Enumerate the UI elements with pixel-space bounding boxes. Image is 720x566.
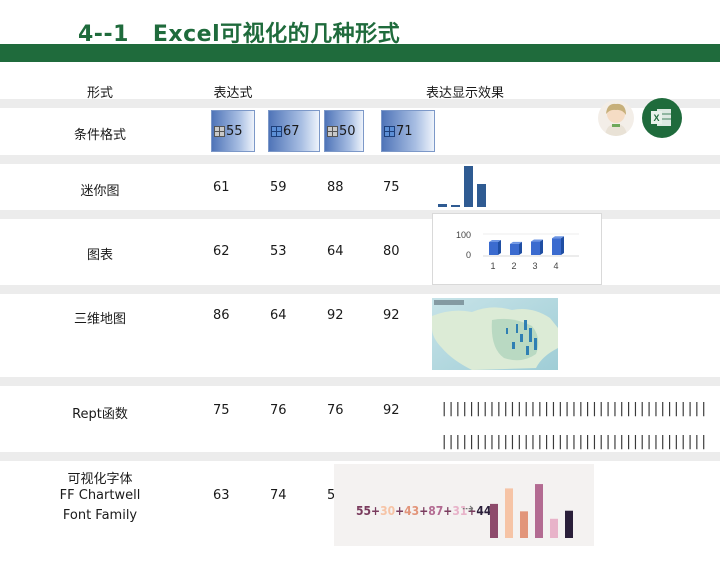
chart-bar <box>489 241 498 255</box>
rept-bar-1: ||||||||||||||||||||||||||||||||||||||||… <box>440 401 706 417</box>
chart-row-value: 64 <box>327 244 344 259</box>
row-label-conditional: 条件格式 <box>73 128 126 143</box>
grid-icon <box>271 125 282 137</box>
row-separator <box>0 210 720 219</box>
row-separator <box>0 155 720 164</box>
row-label-rept: Rept函数 <box>72 407 128 422</box>
cf-cell-1: 55 <box>211 110 255 152</box>
row-separator <box>0 452 720 461</box>
sparkline-value: 59 <box>270 180 287 195</box>
x-tick-label: 4 <box>553 261 558 271</box>
cf-cell-4: 71 <box>381 110 435 152</box>
font-bar-chart <box>490 484 573 538</box>
x-tick-label: 2 <box>511 261 516 271</box>
formula-part: 43 <box>404 504 420 518</box>
sparkline-bar <box>477 184 486 207</box>
font-row-value: 74 <box>270 488 287 503</box>
cf-value: 71 <box>396 123 413 139</box>
chart-bar-side <box>540 239 543 255</box>
chart-bar <box>510 243 519 255</box>
chart-bar-side <box>519 241 522 255</box>
cf-cell-2: 67 <box>268 110 320 152</box>
font-row-value: 63 <box>213 488 230 503</box>
map-row-value: 92 <box>383 308 400 323</box>
chart-row-value: 80 <box>383 244 400 259</box>
row-separator <box>0 377 720 386</box>
rept-row-value: 76 <box>327 403 344 418</box>
font-bar <box>490 503 498 538</box>
font-bar <box>535 484 543 538</box>
sparkline-bar <box>451 204 460 207</box>
cf-cell-3: 50 <box>324 110 364 152</box>
cf-value: 50 <box>339 123 356 139</box>
font-bar <box>505 488 513 538</box>
cf-value: 55 <box>226 123 243 139</box>
sparkline-chart <box>438 164 494 207</box>
formula-part: 30 <box>380 504 396 518</box>
map-row-value: 86 <box>213 308 230 323</box>
formula-part: 87 <box>428 504 444 518</box>
map-row-value: 64 <box>270 308 287 323</box>
column-chart: 100 0 1 2 3 4 <box>432 213 602 285</box>
chart-bar-side <box>498 239 501 255</box>
grid-icon <box>327 125 338 137</box>
font-bar <box>550 518 558 538</box>
chart-row-value: 53 <box>270 244 287 259</box>
sparkline-bar <box>464 166 473 207</box>
row-label-font-line2: FF Chartwell <box>59 488 141 503</box>
formula-part: + <box>443 504 453 518</box>
rept-row-value: 92 <box>383 403 400 418</box>
grid-icon <box>214 125 225 137</box>
row-label-font-line3: Font Family <box>62 508 138 523</box>
rept-row-value: 76 <box>270 403 287 418</box>
sparkline-bar <box>438 203 447 207</box>
rept-row-value: 75 <box>213 403 230 418</box>
grid-icon <box>384 125 395 137</box>
chartwell-font-demo: 55+30+43+87+31+44 ⇢ <box>334 464 594 546</box>
title-underline-bar <box>0 44 720 62</box>
svg-text:X: X <box>653 113 659 123</box>
cf-value: 67 <box>283 123 300 139</box>
formula-part: + <box>419 504 429 518</box>
excel-logo-icon: X <box>642 98 682 138</box>
sparkline-value: 88 <box>327 180 344 195</box>
row-label-font-line1: 可视化字体 <box>67 472 133 487</box>
arrow-icon: ⇢ <box>462 500 474 516</box>
chart-bar <box>552 238 561 255</box>
chart-row-value: 62 <box>213 244 230 259</box>
formula-part: 55 <box>356 504 372 518</box>
font-bar <box>520 511 528 538</box>
row-label-chart: 图表 <box>86 248 113 263</box>
row-label-map3d: 三维地图 <box>73 312 126 327</box>
rept-bar-2: ||||||||||||||||||||||||||||||||||||||||… <box>440 434 710 450</box>
row-separator <box>0 285 720 294</box>
row-label-sparkline: 迷你图 <box>80 184 120 199</box>
avatar <box>598 100 634 136</box>
sparkline-value: 61 <box>213 180 230 195</box>
x-tick-label: 1 <box>490 261 495 271</box>
x-tick-label: 3 <box>532 261 537 271</box>
formula-part: + <box>371 504 381 518</box>
column-chart-svg: 100 0 1 2 3 4 <box>456 230 579 271</box>
y-tick-label: 0 <box>466 250 471 260</box>
map-3d-image <box>432 298 558 370</box>
y-tick-label: 100 <box>456 230 471 240</box>
chart-bar-side <box>561 236 564 255</box>
font-bar <box>565 510 573 538</box>
map-row-value: 92 <box>327 308 344 323</box>
chart-bar <box>531 241 540 255</box>
character-icon <box>605 103 627 136</box>
formula-part: + <box>395 504 405 518</box>
sparkline-value: 75 <box>383 180 400 195</box>
